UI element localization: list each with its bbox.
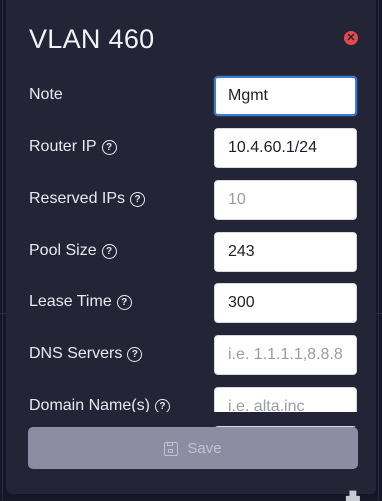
field-label-text: Pool Size [29, 242, 97, 259]
field-row-note: Note [6, 74, 376, 118]
vlan-edit-dialog: VLAN 460 ✕ Note Router IP? Reserved IPs?… [6, 0, 376, 494]
scroll-clip [6, 412, 376, 426]
field-label-text: DNS Servers [29, 345, 123, 362]
field-label-text: Reserved IPs [29, 190, 126, 207]
field-row-pool-size: Pool Size? [6, 230, 376, 274]
note-input[interactable] [214, 76, 357, 116]
save-button-label: Save [187, 440, 222, 457]
corner-handle-icon: ▟▙ [346, 491, 360, 501]
dialog-title: VLAN 460 [29, 24, 155, 54]
reserved-ips-input[interactable] [214, 180, 357, 220]
field-row-dns-servers: DNS Servers? [6, 333, 376, 377]
field-row-lease-time: Lease Time? [6, 281, 376, 325]
help-icon[interactable]: ? [101, 244, 117, 259]
help-icon[interactable]: ? [130, 192, 146, 207]
lease-time-input[interactable] [214, 283, 357, 323]
grid-line [2, 0, 3, 500]
close-icon[interactable]: ✕ [344, 31, 358, 45]
save-button[interactable]: Save [28, 427, 358, 469]
pool-size-input[interactable] [214, 232, 357, 272]
dns-servers-input[interactable] [214, 335, 357, 375]
field-label-text: Note [29, 86, 63, 103]
field-row-router-ip: Router IP? [6, 126, 376, 170]
field-label-text: Lease Time [29, 293, 112, 310]
field-label: Note [29, 86, 63, 104]
router-ip-input[interactable] [214, 128, 357, 168]
help-icon[interactable]: ? [127, 347, 143, 362]
floppy-disk-icon [164, 442, 179, 456]
help-icon[interactable]: ? [116, 295, 132, 310]
field-label: Reserved IPs? [29, 190, 146, 208]
field-row-reserved-ips: Reserved IPs? [6, 178, 376, 222]
field-label: Pool Size? [29, 242, 117, 260]
field-label: DNS Servers? [29, 345, 143, 363]
grid-line [378, 0, 379, 500]
field-label: Lease Time? [29, 293, 132, 311]
field-label-text: Router IP [29, 138, 97, 155]
field-label: Router IP? [29, 138, 117, 156]
help-icon[interactable]: ? [101, 140, 117, 155]
